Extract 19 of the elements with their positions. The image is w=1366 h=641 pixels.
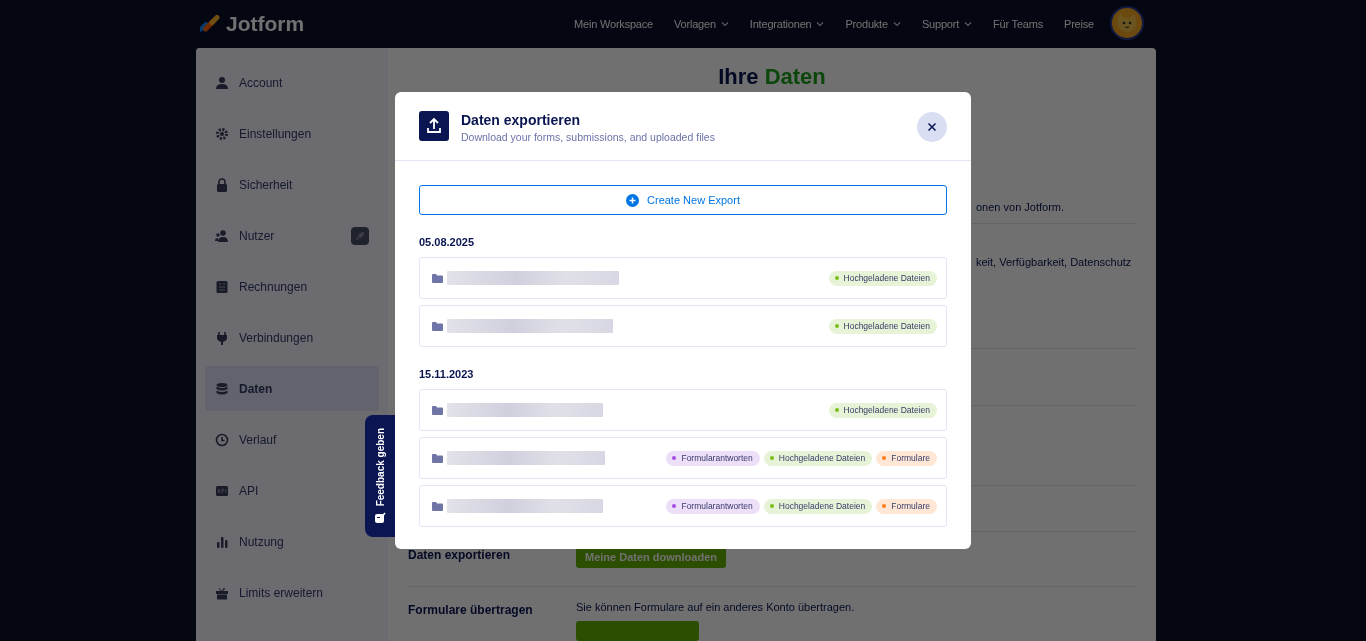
tag: Formulare bbox=[876, 498, 937, 514]
tag: Formulare bbox=[876, 450, 937, 466]
section-description: keit, Verfügbarkeit, Datenschutz bbox=[976, 255, 1132, 268]
tag: Hochgeladene Dateien bbox=[828, 402, 937, 418]
tag: Hochgeladene Dateien bbox=[763, 450, 873, 466]
section-label: Formulare übertragen bbox=[408, 603, 534, 617]
date-heading: 05.08.2025 bbox=[419, 236, 476, 248]
tag: Hochgeladene Dateien bbox=[828, 270, 937, 286]
date-heading: 15.11.2023 bbox=[419, 368, 475, 380]
dialog-title: Daten exportieren bbox=[461, 112, 582, 128]
section-description: onen von Jotform. bbox=[976, 201, 1065, 213]
page-title: Ihre Daten bbox=[718, 65, 826, 89]
tag: Hochgeladene Dateien bbox=[828, 318, 937, 334]
tag: Formularantworten bbox=[666, 498, 760, 514]
dialog-subtitle: Download your forms, submissions, and uploaded files bbox=[461, 131, 716, 143]
tag: Hochgeladene Dateien bbox=[763, 498, 873, 514]
section-description: Sie können Formulare auf ein anderes Konto übertragen. bbox=[576, 601, 855, 613]
tag: Formularantworten bbox=[666, 450, 760, 466]
section-label: Daten exportieren bbox=[408, 547, 512, 562]
